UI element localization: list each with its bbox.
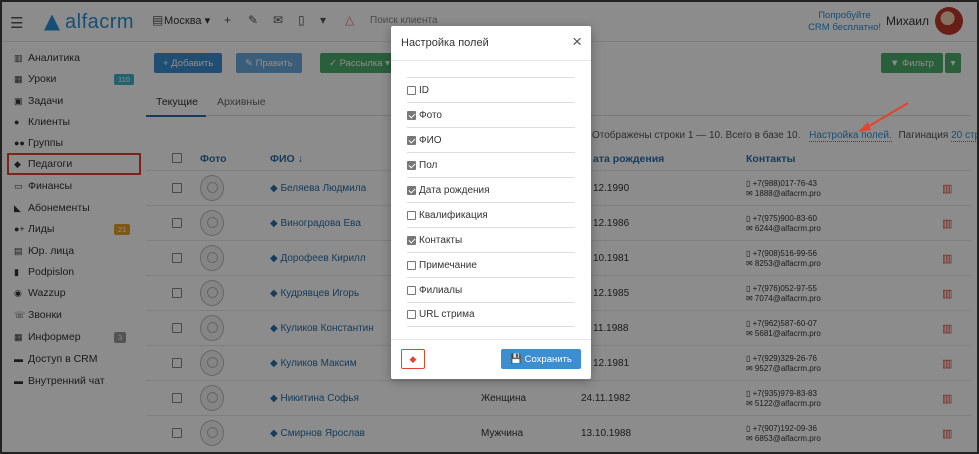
option-checkbox[interactable] <box>407 85 416 95</box>
option-label: Контакты <box>419 234 463 246</box>
option-label: Пол <box>419 159 438 171</box>
option-checkbox[interactable] <box>407 110 416 120</box>
option-checkbox[interactable] <box>407 235 416 245</box>
option-checkbox[interactable] <box>407 310 416 319</box>
option-label: Примечание <box>419 259 477 271</box>
option-checkbox[interactable] <box>407 285 416 295</box>
field-option-birth[interactable]: Дата рождения <box>407 177 575 202</box>
field-option-qualification[interactable]: Квалификация <box>407 202 575 227</box>
app-window: ☰ alfacrm ▤ Москва ▾ + ✎ ✉ ▯ ▾ △ Поиск к… <box>0 0 979 454</box>
save-button[interactable]: 💾 Сохранить <box>501 349 581 369</box>
field-option-gender[interactable]: Пол <box>407 152 575 177</box>
option-checkbox[interactable] <box>407 135 416 145</box>
field-settings-modal: Настройка полей × ID Фото ФИО Пол Дата р… <box>391 26 591 379</box>
field-option-photo[interactable]: Фото <box>407 102 575 127</box>
field-option-branches[interactable]: Филиалы <box>407 277 575 302</box>
modal-title: Настройка полей <box>401 37 489 49</box>
option-checkbox[interactable] <box>407 160 416 170</box>
reset-button[interactable]: ◆ <box>401 349 425 369</box>
modal-header-divider <box>391 60 591 61</box>
modal-footer-divider <box>391 339 591 340</box>
eraser-icon: ◆ <box>409 353 417 364</box>
field-option-contacts[interactable]: Контакты <box>407 227 575 252</box>
field-option-stream-url[interactable]: URL стрима <box>407 302 575 327</box>
option-label: Квалификация <box>419 209 488 221</box>
option-label: Дата рождения <box>419 184 490 196</box>
option-checkbox[interactable] <box>407 210 416 220</box>
option-label: Фото <box>419 109 442 121</box>
annotation-arrow <box>858 102 909 132</box>
option-label: URL стрима <box>419 309 475 320</box>
field-option-fio[interactable]: ФИО <box>407 127 575 152</box>
field-option-note[interactable]: Примечание <box>407 252 575 277</box>
option-checkbox[interactable] <box>407 185 416 195</box>
option-label: Филиалы <box>419 284 463 296</box>
option-checkbox[interactable] <box>407 260 416 270</box>
option-label: ФИО <box>419 134 442 146</box>
option-label: ID <box>419 84 429 96</box>
field-option-id[interactable]: ID <box>407 77 575 102</box>
close-icon[interactable]: × <box>572 32 582 52</box>
